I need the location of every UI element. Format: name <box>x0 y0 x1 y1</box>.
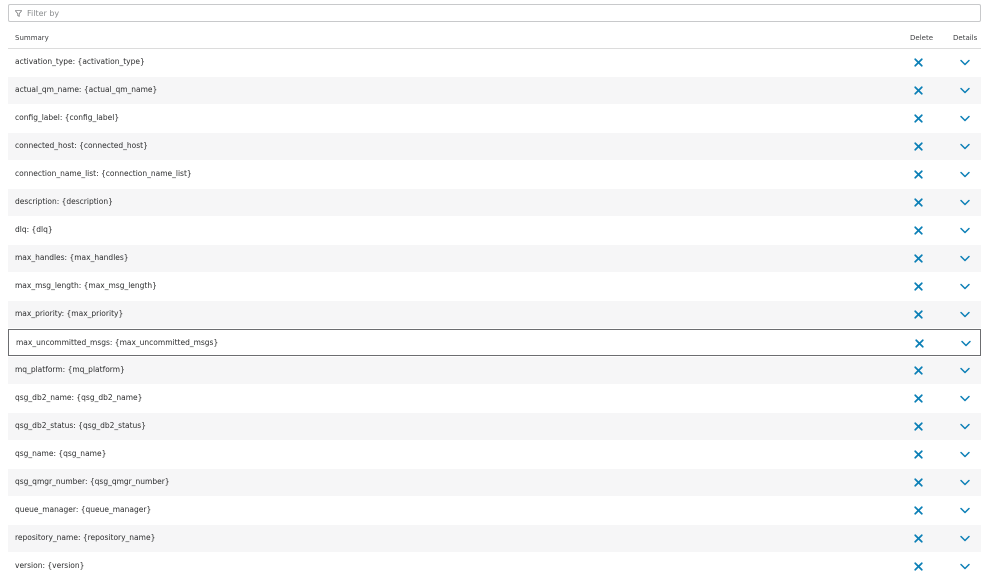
chevron-down-icon[interactable] <box>959 142 971 151</box>
delete-icon[interactable] <box>913 253 924 264</box>
delete-icon[interactable] <box>913 57 924 68</box>
chevron-down-icon[interactable] <box>959 114 971 123</box>
table-row[interactable]: max_msg_length: {max_msg_length} <box>8 273 981 300</box>
chevron-down-icon[interactable] <box>959 366 971 375</box>
table-row[interactable]: mq_platform: {mq_platform} <box>8 357 981 384</box>
filter-icon <box>15 9 22 17</box>
table-row[interactable]: qsg_db2_name: {qsg_db2_name} <box>8 385 981 412</box>
table-row[interactable]: qsg_name: {qsg_name} <box>8 441 981 468</box>
delete-icon[interactable] <box>913 113 924 124</box>
chevron-down-icon[interactable] <box>959 422 971 431</box>
chevron-down-icon[interactable] <box>959 450 971 459</box>
table-row[interactable]: description: {description} <box>8 189 981 216</box>
row-summary-label: max_handles: {max_handles} <box>15 253 129 262</box>
table-row[interactable]: dlq: {dlq} <box>8 217 981 244</box>
chevron-down-icon[interactable] <box>959 58 971 67</box>
delete-icon[interactable] <box>913 365 924 376</box>
chevron-down-icon[interactable] <box>959 282 971 291</box>
chevron-down-icon[interactable] <box>960 339 972 348</box>
chevron-down-icon[interactable] <box>959 394 971 403</box>
row-summary-label: qsg_name: {qsg_name} <box>15 449 107 458</box>
row-summary-label: actual_qm_name: {actual_qm_name} <box>15 85 158 94</box>
delete-icon[interactable] <box>913 281 924 292</box>
table-row[interactable]: max_handles: {max_handles} <box>8 245 981 272</box>
chevron-down-icon[interactable] <box>959 198 971 207</box>
chevron-down-icon[interactable] <box>959 170 971 179</box>
table-row[interactable]: config_label: {config_label} <box>8 105 981 132</box>
chevron-down-icon[interactable] <box>959 562 971 571</box>
delete-icon[interactable] <box>913 309 924 320</box>
chevron-down-icon[interactable] <box>959 226 971 235</box>
delete-icon[interactable] <box>913 393 924 404</box>
table-row[interactable]: version: {version} <box>8 553 981 580</box>
row-summary-label: description: {description} <box>15 197 113 206</box>
chevron-down-icon[interactable] <box>959 254 971 263</box>
row-summary-label: qsg_db2_name: {qsg_db2_name} <box>15 393 143 402</box>
table-row[interactable]: connected_host: {connected_host} <box>8 133 981 160</box>
delete-icon[interactable] <box>914 338 925 349</box>
chevron-down-icon[interactable] <box>959 310 971 319</box>
delete-icon[interactable] <box>913 141 924 152</box>
delete-icon[interactable] <box>913 533 924 544</box>
delete-icon[interactable] <box>913 449 924 460</box>
row-summary-label: qsg_qmgr_number: {qsg_qmgr_number} <box>15 477 170 486</box>
filter-input[interactable] <box>22 6 927 20</box>
table-row[interactable]: max_uncommitted_msgs: {max_uncommitted_m… <box>8 329 981 356</box>
delete-icon[interactable] <box>913 477 924 488</box>
table-row[interactable]: connection_name_list: {connection_name_l… <box>8 161 981 188</box>
table-row[interactable]: repository_name: {repository_name} <box>8 525 981 552</box>
row-summary-label: version: {version} <box>15 561 85 570</box>
delete-icon[interactable] <box>913 421 924 432</box>
delete-icon[interactable] <box>913 505 924 516</box>
row-summary-label: activation_type: {activation_type} <box>15 57 145 66</box>
row-summary-label: connection_name_list: {connection_name_l… <box>15 169 192 178</box>
chevron-down-icon[interactable] <box>959 534 971 543</box>
row-summary-label: config_label: {config_label} <box>15 113 120 122</box>
table-header: Summary Delete Details <box>8 28 981 49</box>
delete-icon[interactable] <box>913 85 924 96</box>
column-header-summary[interactable]: Summary <box>15 34 49 42</box>
row-summary-label: queue_manager: {queue_manager} <box>15 505 152 514</box>
row-summary-label: mq_platform: {mq_platform} <box>15 365 125 374</box>
column-header-details: Details <box>953 34 978 42</box>
table-row[interactable]: max_priority: {max_priority} <box>8 301 981 328</box>
table-row[interactable]: qsg_db2_status: {qsg_db2_status} <box>8 413 981 440</box>
filter-box[interactable] <box>8 4 981 22</box>
row-summary-label: max_msg_length: {max_msg_length} <box>15 281 157 290</box>
table-row[interactable]: activation_type: {activation_type} <box>8 49 981 76</box>
table-row[interactable]: actual_qm_name: {actual_qm_name} <box>8 77 981 104</box>
table-row[interactable]: qsg_qmgr_number: {qsg_qmgr_number} <box>8 469 981 496</box>
row-summary-label: max_uncommitted_msgs: {max_uncommitted_m… <box>16 338 219 347</box>
delete-icon[interactable] <box>913 225 924 236</box>
row-summary-label: repository_name: {repository_name} <box>15 533 156 542</box>
chevron-down-icon[interactable] <box>959 506 971 515</box>
chevron-down-icon[interactable] <box>959 478 971 487</box>
row-summary-label: qsg_db2_status: {qsg_db2_status} <box>15 421 146 430</box>
row-summary-label: max_priority: {max_priority} <box>15 309 124 318</box>
row-summary-label: connected_host: {connected_host} <box>15 141 148 150</box>
delete-icon[interactable] <box>913 561 924 572</box>
row-summary-label: dlq: {dlq} <box>15 225 53 234</box>
delete-icon[interactable] <box>913 197 924 208</box>
table-row[interactable]: queue_manager: {queue_manager} <box>8 497 981 524</box>
column-header-delete: Delete <box>910 34 933 42</box>
chevron-down-icon[interactable] <box>959 86 971 95</box>
delete-icon[interactable] <box>913 169 924 180</box>
